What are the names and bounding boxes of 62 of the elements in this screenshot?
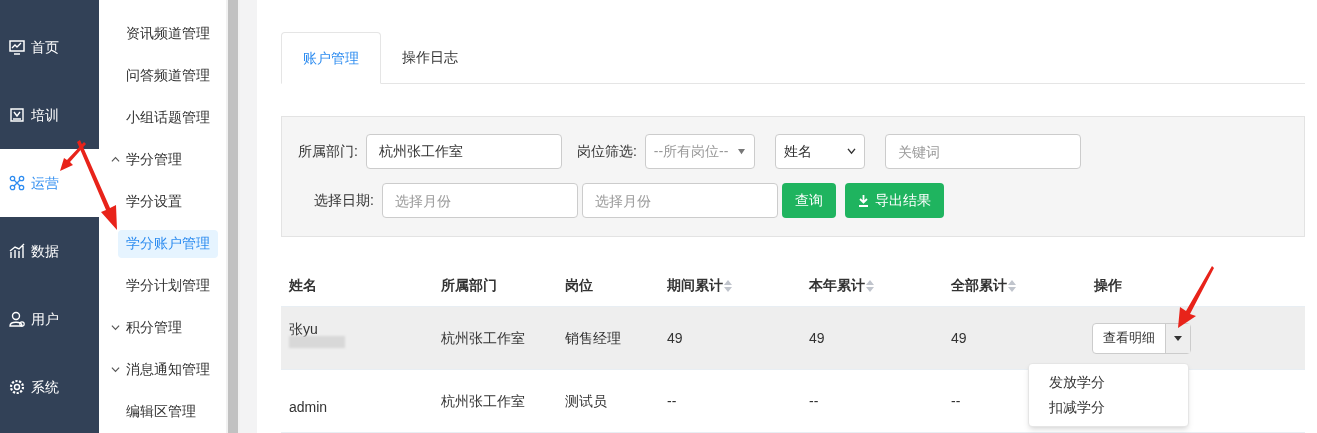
- field-label: 所属部门:: [298, 142, 358, 161]
- monitor-icon: [9, 39, 25, 55]
- chevron-down-icon: [111, 365, 120, 375]
- table-cell: 测试员: [565, 392, 607, 409]
- book-icon: [9, 107, 25, 123]
- menu-item[interactable]: 学分设置: [118, 187, 190, 216]
- dropdown-triangle-icon: [736, 148, 746, 155]
- menu-item[interactable]: 资讯频道管理: [118, 19, 218, 48]
- table-cell: 49: [809, 329, 825, 346]
- column-header: 岗位: [565, 276, 593, 295]
- menu-item[interactable]: 学分计划管理: [118, 271, 218, 300]
- field-label: 选择日期:: [314, 191, 374, 210]
- scrollbar[interactable]: [228, 0, 238, 433]
- input-field[interactable]: 杭州张工作室: [365, 134, 562, 169]
- bar-chart-icon: [9, 243, 25, 259]
- column-header: 姓名: [289, 276, 317, 295]
- column-header: 所属部门: [441, 276, 497, 295]
- input-field[interactable]: 关键词: [884, 134, 1081, 169]
- column-header: 全部累计: [951, 276, 1007, 295]
- field-label: 岗位筛选:: [576, 142, 637, 161]
- table-cell: --: [667, 392, 677, 409]
- table-cell-text: admin: [289, 397, 329, 417]
- table-cell-text: 张yu: [289, 319, 319, 339]
- table-cell: 49: [667, 329, 683, 346]
- table-cell: 销售经理: [565, 329, 621, 346]
- menu-group[interactable]: 消息通知管理: [99, 359, 210, 381]
- menu-group[interactable]: 积分管理: [99, 317, 182, 339]
- table-cell: --: [809, 392, 819, 409]
- input-field[interactable]: 选择月份: [581, 183, 778, 218]
- field-select[interactable]: 姓名: [774, 134, 865, 169]
- chevron-up-icon: [111, 154, 120, 164]
- table-cell: 杭州张工作室: [441, 329, 525, 346]
- column-header: 操作: [1094, 276, 1122, 295]
- nav-item[interactable]: 运营: [0, 149, 99, 217]
- column-header: 本年累计: [809, 276, 865, 295]
- nav-item[interactable]: 数据: [0, 217, 99, 285]
- chevron-down-icon: [846, 148, 856, 155]
- table-cell: --: [951, 392, 961, 409]
- menu-option[interactable]: 发放学分: [1029, 370, 1188, 395]
- nav-item[interactable]: 首页: [0, 13, 99, 81]
- nav-item[interactable]: 用户: [0, 285, 99, 353]
- user-icon: [9, 311, 25, 327]
- menu-group[interactable]: 学分管理: [99, 148, 182, 170]
- column-header: 期间累计: [667, 276, 723, 295]
- nav-item[interactable]: 培训: [0, 81, 99, 149]
- table-row[interactable]: 张yu 杭州张工作室 销售经理 49 49 49 查看明细: [281, 307, 1305, 370]
- input-field[interactable]: 选择月份: [381, 183, 578, 218]
- menu-item[interactable]: 小组话题管理: [118, 103, 218, 132]
- dropdown-toggle[interactable]: [1166, 323, 1190, 353]
- tab[interactable]: 操作日志: [381, 32, 479, 83]
- chevron-down-icon: [111, 323, 120, 333]
- download-icon: [857, 194, 869, 207]
- settings-icon: [9, 379, 25, 395]
- network-icon: [9, 175, 25, 191]
- table-cell: 杭州张工作室: [441, 392, 525, 409]
- caret-icon: [1174, 335, 1182, 341]
- menu-item[interactable]: 问答频道管理: [118, 61, 218, 90]
- tab[interactable]: 账户管理: [281, 32, 381, 84]
- menu-option[interactable]: 扣减学分: [1029, 395, 1188, 420]
- menu-item[interactable]: 编辑区管理: [118, 397, 204, 426]
- nav-item[interactable]: 系统: [0, 353, 99, 421]
- table-cell: 49: [951, 329, 967, 346]
